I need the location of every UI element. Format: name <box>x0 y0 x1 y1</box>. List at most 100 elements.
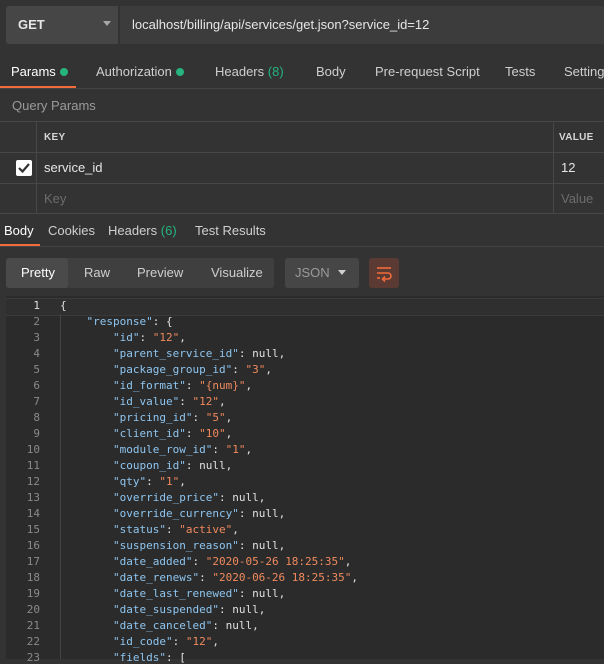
code-line: "id_value": "12", <box>112 395 226 408</box>
line-number: 3 <box>33 331 40 344</box>
chevron-down-icon <box>103 21 111 26</box>
mode-pretty-button[interactable]: Pretty <box>21 265 55 280</box>
url-input[interactable]: localhost/billing/api/services/get.json?… <box>120 6 604 44</box>
code-line: "id_code": "12", <box>112 635 219 648</box>
line-number: 21 <box>26 619 40 632</box>
tab-authorization[interactable]: Authorization <box>96 64 184 79</box>
tab-test-results[interactable]: Test Results <box>195 223 266 238</box>
code-line: "coupon_id": null, <box>112 459 233 472</box>
line-number: 18 <box>26 571 40 584</box>
divider <box>0 121 604 122</box>
tab-settings[interactable]: Setting <box>564 64 604 79</box>
tab-tests[interactable]: Tests <box>505 64 535 79</box>
code-line: "id": "12", <box>112 331 186 344</box>
tab-headers-label: Headers <box>215 64 265 79</box>
code-line: "date_canceled": null, <box>112 619 259 632</box>
line-number: 16 <box>26 539 40 552</box>
divider <box>0 183 604 184</box>
code-line: "response": { <box>86 315 173 328</box>
code-line: "pricing_id": "5", <box>112 411 233 424</box>
param-key[interactable]: service_id <box>44 160 103 175</box>
current-line-highlight <box>6 298 604 316</box>
chevron-down-icon <box>338 270 346 275</box>
tab-response-body[interactable]: Body <box>4 223 34 238</box>
line-number: 5 <box>33 363 40 376</box>
tab-params-label: Params <box>11 64 56 79</box>
tab-response-headers-label: Headers <box>108 223 158 238</box>
line-number: 14 <box>26 507 40 520</box>
response-headers-count: (6) <box>160 223 177 238</box>
view-mode-toggle: Pretty Raw Preview Visualize <box>6 258 274 288</box>
code-line: "qty": "1", <box>112 475 186 488</box>
code-line: "override_currency": null, <box>112 507 286 520</box>
line-number: 20 <box>26 603 40 616</box>
new-param-key-input[interactable]: Key <box>44 191 66 206</box>
code-line: "fields": [ <box>112 651 186 664</box>
line-number: 9 <box>33 427 40 440</box>
tab-body[interactable]: Body <box>316 64 346 79</box>
divider <box>0 152 604 153</box>
line-number: 6 <box>33 379 40 392</box>
divider <box>36 121 37 213</box>
language-label: JSON <box>295 265 330 280</box>
line-number: 15 <box>26 523 40 536</box>
key-column-header: KEY <box>44 132 66 143</box>
status-dot-icon <box>59 67 68 76</box>
url-text: localhost/billing/api/services/get.json?… <box>132 17 430 32</box>
wrap-lines-icon <box>377 267 392 283</box>
line-number: 7 <box>33 395 40 408</box>
mode-raw-button[interactable]: Raw <box>84 265 110 280</box>
tab-response-headers[interactable]: Headers (6) <box>108 223 177 238</box>
tab-params[interactable]: Params <box>11 64 68 79</box>
code-line: "client_id": "10", <box>112 427 233 440</box>
mode-visualize-button[interactable]: Visualize <box>211 265 263 280</box>
tab-pre-request-script[interactable]: Pre-request Script <box>375 64 480 79</box>
code-line: "date_renews": "2020-06-26 18:25:35", <box>112 571 359 584</box>
language-select[interactable]: JSON <box>285 258 359 288</box>
active-tab-indicator <box>0 86 76 88</box>
headers-count: (8) <box>267 64 284 79</box>
request-tabs: Params Authorization Headers (8) Body Pr… <box>0 58 604 89</box>
line-number: 22 <box>26 635 40 648</box>
line-number: 19 <box>26 587 40 600</box>
tab-cookies[interactable]: Cookies <box>48 223 95 238</box>
method-select[interactable]: GET <box>6 6 118 44</box>
tab-headers[interactable]: Headers (8) <box>215 64 284 79</box>
wrap-lines-button[interactable] <box>369 258 399 288</box>
code-line: "date_last_renewed": null, <box>112 587 286 600</box>
code-line: { <box>60 299 67 312</box>
code-line: "package_group_id": "3", <box>112 363 272 376</box>
line-number: 17 <box>26 555 40 568</box>
line-number: 11 <box>26 459 40 472</box>
param-value[interactable]: 12 <box>561 160 575 175</box>
new-param-value-input[interactable]: Value <box>561 191 593 206</box>
query-params-title: Query Params <box>12 98 96 113</box>
code-line: "id_format": "{num}", <box>112 379 253 392</box>
code-line: "override_price": null, <box>112 491 266 504</box>
line-number: 23 <box>26 651 40 664</box>
response-tabs: Body Cookies Headers (6) Test Results <box>0 214 604 247</box>
param-enabled-checkbox[interactable] <box>16 160 32 176</box>
code-line: "module_row_id": "1", <box>112 443 253 456</box>
checkmark-icon <box>18 163 30 174</box>
line-number: 10 <box>26 443 40 456</box>
code-line: "status": "active", <box>112 523 239 536</box>
line-number: 4 <box>33 347 40 360</box>
line-number: 2 <box>33 315 40 328</box>
line-number: 12 <box>26 475 40 488</box>
tab-authorization-label: Authorization <box>96 64 172 79</box>
code-line: "suspension_reason": null, <box>112 539 286 552</box>
active-tab-indicator <box>0 244 40 246</box>
mode-preview-button[interactable]: Preview <box>137 265 183 280</box>
value-column-header: VALUE <box>559 132 594 143</box>
response-body-editor[interactable]: 1 {2 "response": { 3 "id": "12", 4 "parent_… <box>6 296 604 664</box>
code-line: "date_added": "2020-05-26 18:25:35", <box>112 555 352 568</box>
request-bar: GET localhost/billing/api/services/get.j… <box>0 0 604 52</box>
code-line: "parent_service_id": null, <box>112 347 286 360</box>
line-number: 1 <box>33 299 40 312</box>
method-label: GET <box>18 17 45 32</box>
code-line: "date_suspended": null, <box>112 603 266 616</box>
status-dot-icon <box>175 67 184 76</box>
line-number: 13 <box>26 491 40 504</box>
divider <box>553 121 554 213</box>
